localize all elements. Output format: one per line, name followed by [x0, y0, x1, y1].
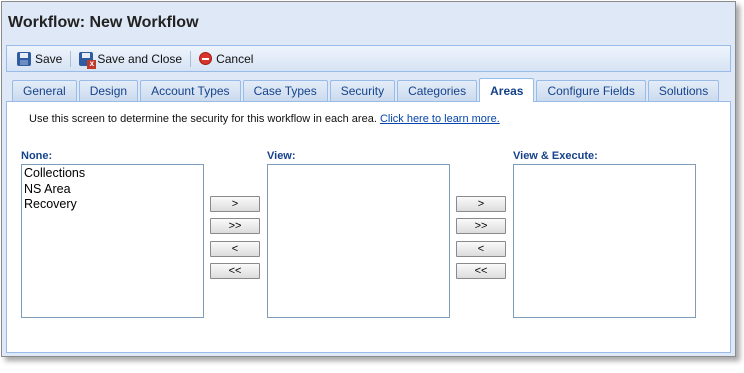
- move-all-left-button-2[interactable]: <<: [456, 263, 506, 279]
- tab-bar: General Design Account Types Case Types …: [6, 78, 731, 102]
- move-all-right-button-2[interactable]: >>: [456, 218, 506, 234]
- tab-security[interactable]: Security: [329, 80, 396, 101]
- areas-panel: Use this screen to determine the securit…: [6, 102, 731, 353]
- tab-design[interactable]: Design: [78, 80, 139, 101]
- cancel-button[interactable]: Cancel: [195, 50, 257, 68]
- tab-configure-fields[interactable]: Configure Fields: [536, 80, 646, 101]
- save-and-close-button-label: Save and Close: [97, 51, 183, 66]
- workflow-window: Workflow: New Workflow Save Save and Clo…: [1, 1, 736, 357]
- view-list-label: View:: [267, 150, 296, 162]
- learn-more-link[interactable]: Click here to learn more.: [380, 113, 500, 125]
- save-button[interactable]: Save: [13, 50, 66, 68]
- intro-description: Use this screen to determine the securit…: [29, 113, 377, 125]
- tab-account-types[interactable]: Account Types: [140, 80, 241, 101]
- tab-solutions[interactable]: Solutions: [647, 80, 720, 101]
- save-close-icon: [79, 51, 97, 69]
- save-and-close-button[interactable]: Save and Close: [75, 50, 186, 69]
- tab-categories[interactable]: Categories: [397, 80, 478, 101]
- window-title: Workflow: New Workflow: [8, 14, 199, 31]
- view-execute-listbox[interactable]: [513, 164, 696, 318]
- cancel-button-label: Cancel: [216, 51, 254, 66]
- save-button-label: Save: [35, 51, 63, 66]
- view-listbox[interactable]: [267, 164, 450, 318]
- view-execute-list-label: View & Execute:: [513, 150, 598, 162]
- cancel-icon: [199, 52, 213, 65]
- tab-case-types[interactable]: Case Types: [242, 80, 328, 101]
- move-right-button-1[interactable]: >: [210, 196, 260, 212]
- none-list-label: None:: [21, 150, 53, 162]
- toolbar: Save Save and Close Cancel: [6, 45, 731, 72]
- intro-text: Use this screen to determine the securit…: [29, 113, 500, 125]
- list-item[interactable]: Collections: [24, 166, 201, 182]
- move-right-button-2[interactable]: >: [456, 196, 506, 212]
- tab-areas[interactable]: Areas: [479, 78, 535, 102]
- list-item[interactable]: Recovery: [24, 197, 201, 213]
- move-all-left-button-1[interactable]: <<: [210, 263, 260, 279]
- move-left-button-1[interactable]: <: [210, 241, 260, 257]
- move-all-right-button-1[interactable]: >>: [210, 218, 260, 234]
- list-item[interactable]: NS Area: [24, 182, 201, 198]
- save-icon: [17, 51, 31, 66]
- toolbar-separator: [70, 50, 72, 67]
- none-listbox[interactable]: Collections NS Area Recovery: [21, 164, 204, 318]
- tab-general[interactable]: General: [12, 80, 77, 101]
- toolbar-separator: [190, 50, 192, 67]
- move-left-button-2[interactable]: <: [456, 241, 506, 257]
